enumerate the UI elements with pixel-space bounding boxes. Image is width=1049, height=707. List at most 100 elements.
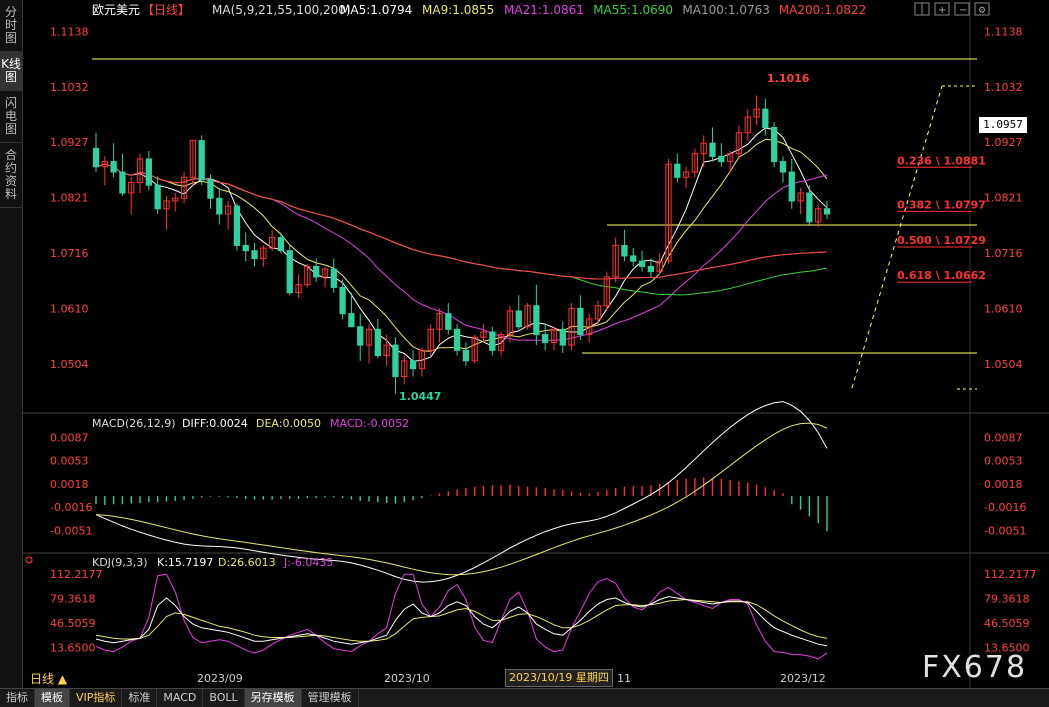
price-tick-left-3: 1.0821 — [50, 192, 89, 205]
macd-diff: DIFF:0.0024 — [182, 417, 248, 430]
candle-body — [577, 307, 584, 336]
candle-body — [313, 265, 320, 278]
macd-tick-right-0: 0.0087 — [984, 431, 1023, 444]
macd-tick-left-3: -0.0016 — [50, 501, 92, 514]
candle-body — [154, 184, 161, 210]
price-tick-right-6: 1.0504 — [984, 358, 1023, 371]
tab-macd[interactable]: MACD — [157, 689, 204, 707]
time-label-nov: 11 — [617, 672, 631, 685]
tab-standard[interactable]: 标准 — [122, 689, 158, 707]
watermark-logo: FX678 — [922, 650, 1028, 685]
kdj-k-line — [95, 596, 828, 647]
candle-body — [198, 140, 205, 181]
ma200-line — [95, 163, 828, 280]
chart-area[interactable]: 欧元美元 【日线】 MA(5,9,21,55,100,200) MA5:1.07… — [22, 0, 1049, 688]
macd-value: MACD:-0.0052 — [330, 417, 409, 430]
kdj-j: J:-6.0435 — [283, 556, 333, 569]
kdj-tick-left-3: 13.6500 — [50, 641, 96, 654]
time-label-dec: 2023/12 — [780, 672, 826, 685]
ma-legend-item-3: MA55:1.0690 — [593, 3, 673, 17]
ma-params: MA(5,9,21,55,100,200) — [212, 3, 351, 17]
candle-body — [207, 179, 214, 199]
macd-tick-right-3: -0.0016 — [984, 501, 1026, 514]
tab-boll[interactable]: BOLL — [203, 689, 245, 707]
candle-body — [462, 349, 470, 362]
candle-body — [348, 313, 355, 328]
price-tick-left-2: 1.0927 — [50, 136, 89, 149]
fib-label-0: 0.236 \ 1.0881 — [897, 154, 986, 167]
price-tick-right-5: 1.0610 — [984, 302, 1023, 315]
candle-body — [92, 147, 100, 168]
candle-body — [515, 310, 522, 328]
kdj-d: D:26.6013 — [218, 556, 276, 569]
candlesticks — [92, 95, 831, 394]
candle-body — [638, 260, 646, 267]
fibonacci-labels: 0.236 \ 1.0881 0.382 \ 1.0797 0.500 \ 1.07… — [897, 154, 986, 283]
macd-tick-right-1: 0.0053 — [984, 454, 1023, 467]
cursor-date-box: 2023/10/19 星期四 — [505, 669, 613, 687]
period-label: 【日线】 — [142, 3, 190, 17]
macd-tick-left-4: -0.0051 — [50, 525, 92, 538]
macd-title: MACD(26,12,9) — [92, 417, 176, 430]
candle-body — [771, 126, 778, 163]
candle-body — [709, 142, 716, 157]
candle-body — [286, 250, 293, 294]
symbol-label: 欧元美元 — [92, 3, 140, 17]
current-price-box: 1.0957 — [979, 117, 1027, 133]
candle-body — [145, 158, 152, 186]
kdj-title: KDJ(9,3,3) — [92, 556, 148, 569]
high-price-label: 1.1016 — [767, 72, 810, 85]
candle-body — [119, 171, 126, 194]
tab-vip-indicator[interactable]: VIP指标 — [70, 689, 123, 707]
kdj-tick-left-2: 46.5059 — [50, 617, 96, 630]
bottom-tab-bar: 指标 模板 VIP指标 标准 MACD BOLL 另存模板 管理模板 — [0, 688, 1049, 707]
tab-kline[interactable]: K线图 — [0, 52, 22, 91]
candle-body — [542, 334, 549, 343]
candle-body — [445, 313, 452, 330]
candle-body — [533, 305, 540, 336]
moving-average-lines — [95, 127, 828, 362]
macd-tick-left-0: 0.0087 — [50, 431, 89, 444]
ma-legend-item-2: MA21:1.0861 — [504, 3, 584, 17]
ma5-line — [95, 127, 828, 362]
time-label-oct: 2023/10 — [384, 672, 430, 685]
price-tick-right-3: 1.0821 — [984, 192, 1023, 205]
kdj-settings-icon[interactable] — [25, 556, 33, 564]
tab-timeshare[interactable]: 分时图 — [0, 0, 22, 52]
price-tick-right-2: 1.0927 — [984, 136, 1023, 149]
kdj-tick-right-2: 46.5059 — [984, 617, 1030, 630]
ma-legend: MA5:1.0794 MA9:1.0855 MA21:1.0861 MA55:1.06… — [340, 3, 866, 17]
fib-label-1: 0.382 \ 1.0797 — [897, 198, 986, 211]
price-tick-left-6: 1.0504 — [50, 358, 89, 371]
zoom-in-glyph: + — [938, 5, 946, 16]
tab-manage-template[interactable]: 管理模板 — [302, 689, 359, 707]
kdj-panel: 112.2177 112.2177 79.3618 79.3618 46.5059 46.… — [50, 568, 1037, 660]
candle-body — [779, 161, 787, 173]
tab-lightning[interactable]: 闪电图 — [0, 91, 22, 143]
candle-body — [409, 360, 417, 370]
candle-body — [823, 208, 831, 215]
price-tick-right-1: 1.1032 — [984, 81, 1023, 94]
settings-glyph: ⚙ — [978, 6, 986, 16]
candle-body — [216, 197, 223, 215]
macd-tick-right-4: -0.0051 — [984, 525, 1026, 538]
tab-indicator[interactable]: 指标 — [0, 689, 35, 707]
candle-body — [621, 244, 628, 257]
tab-template[interactable]: 模板 — [35, 689, 70, 707]
candle-body — [392, 344, 399, 378]
candle-body — [788, 171, 795, 202]
price-tick-left-1: 1.1032 — [50, 81, 89, 94]
kdj-tick-right-1: 79.3618 — [984, 593, 1030, 606]
candle-body — [489, 331, 496, 351]
candle-body — [374, 328, 381, 357]
tab-save-template[interactable]: 另存模板 — [244, 689, 302, 707]
price-tick-right-4: 1.0716 — [984, 247, 1023, 260]
tab-contract-info[interactable]: 合约资料 — [0, 143, 22, 208]
low-price-label: 1.0447 — [399, 390, 441, 403]
period-button[interactable]: 日线 ▲ — [30, 670, 67, 687]
candle-body — [277, 237, 285, 252]
ma9-line — [95, 138, 828, 352]
kdj-tick-left-1: 79.3618 — [50, 593, 96, 606]
candle-body — [674, 163, 681, 178]
chart-toolbar: + − ⚙ — [914, 2, 990, 16]
